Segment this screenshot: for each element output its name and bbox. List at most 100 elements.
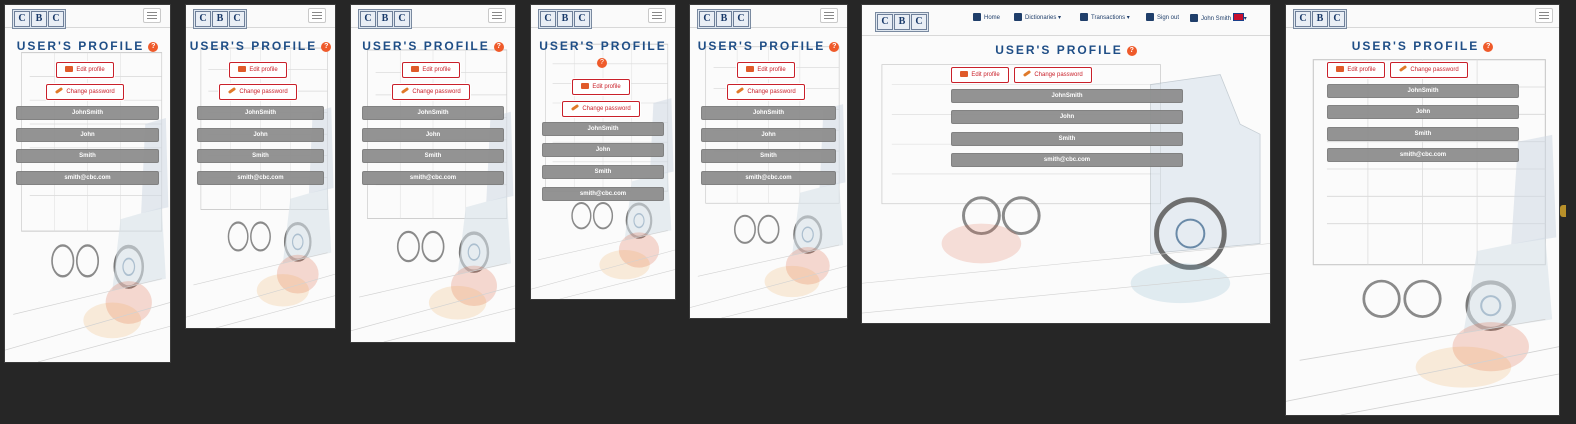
- menu-toggle-icon[interactable]: [648, 8, 666, 23]
- profile-view-tablet: CBC USER'S PROFILE? Edit profile Change …: [1286, 5, 1559, 415]
- email-field: smith@cbc.com: [542, 187, 664, 201]
- profile-view-mobile-3: CBC USER'S PROFILE? Edit profile Change …: [351, 5, 515, 342]
- help-icon[interactable]: ?: [1483, 41, 1494, 52]
- change-password-button[interactable]: Change password: [46, 84, 124, 100]
- email-field: smith@cbc.com: [197, 171, 324, 185]
- cbc-logo[interactable]: CBC: [875, 12, 929, 32]
- last-name-field: Smith: [542, 165, 664, 179]
- menu-toggle-icon[interactable]: [308, 8, 326, 23]
- help-icon[interactable]: ?: [148, 41, 159, 52]
- username-field: JohnSmith: [362, 106, 504, 120]
- last-name-field: Smith: [16, 149, 159, 163]
- first-name-field: John: [701, 128, 836, 142]
- help-icon[interactable]: ?: [829, 41, 840, 52]
- change-password-button[interactable]: Change password: [727, 84, 805, 100]
- help-icon[interactable]: ?: [493, 41, 504, 52]
- change-password-button[interactable]: Change password: [392, 84, 470, 100]
- profile-view-desktop: CBC Home Dictionaries ▾ Transactions ▾ S…: [862, 5, 1270, 323]
- nav-user-menu[interactable]: John Smith ▾: [1190, 13, 1247, 22]
- cbc-logo[interactable]: CBC: [12, 9, 66, 29]
- profile-view-mobile-4: CBC USER'S PROFILE ? Edit profile Change…: [531, 5, 675, 299]
- change-password-button[interactable]: Change password: [1014, 67, 1092, 83]
- first-name-field: John: [16, 128, 159, 142]
- cbc-logo[interactable]: CBC: [538, 9, 592, 29]
- caret-down-icon: ▾: [1058, 15, 1062, 21]
- help-icon[interactable]: ?: [597, 58, 607, 68]
- username-field: JohnSmith: [1327, 84, 1519, 98]
- email-field: smith@cbc.com: [16, 171, 159, 185]
- email-field: smith@cbc.com: [1327, 148, 1519, 162]
- page-title: USER'S PROFILE: [539, 39, 667, 53]
- id-card-icon: [746, 66, 755, 72]
- cbc-logo[interactable]: CBC: [697, 9, 751, 29]
- change-password-button[interactable]: Change password: [219, 84, 297, 100]
- edit-profile-button[interactable]: Edit profile: [402, 62, 460, 78]
- username-field: JohnSmith: [197, 106, 324, 120]
- nav-transactions[interactable]: Transactions ▾: [1080, 13, 1130, 21]
- help-icon[interactable]: ?: [1126, 45, 1137, 56]
- edit-profile-button[interactable]: Edit profile: [737, 62, 795, 78]
- truck-background-image: [186, 5, 335, 328]
- hand-coin-icon: [1080, 13, 1088, 21]
- change-password-button[interactable]: Change password: [1390, 62, 1468, 78]
- id-card-icon: [238, 66, 247, 72]
- navbar: CBC: [351, 5, 515, 29]
- navbar: CBC: [5, 5, 170, 29]
- help-icon[interactable]: ?: [321, 41, 332, 52]
- user-cog-icon: [1190, 14, 1198, 22]
- nav-sign-out[interactable]: Sign out: [1146, 13, 1179, 21]
- menu-toggle-icon[interactable]: [488, 8, 506, 23]
- key-icon: [228, 86, 237, 95]
- edit-profile-button[interactable]: Edit profile: [572, 79, 630, 95]
- first-name-field: John: [1327, 105, 1519, 119]
- profile-view-mobile-5: CBC USER'S PROFILE? Edit profile Change …: [690, 5, 847, 318]
- sign-out-icon: [1146, 13, 1154, 21]
- change-password-button[interactable]: Change password: [562, 101, 640, 117]
- menu-toggle-icon[interactable]: [1535, 8, 1553, 23]
- nav-dictionaries[interactable]: Dictionaries ▾: [1014, 13, 1061, 21]
- email-field: smith@cbc.com: [951, 153, 1183, 167]
- menu-toggle-icon[interactable]: [820, 8, 838, 23]
- username-field: JohnSmith: [16, 106, 159, 120]
- username-field: JohnSmith: [951, 89, 1183, 103]
- page-title: USER'S PROFILE?: [690, 39, 847, 53]
- edit-profile-button[interactable]: Edit profile: [229, 62, 287, 78]
- navbar: CBC Home Dictionaries ▾ Transactions ▾ S…: [862, 5, 1270, 36]
- id-card-icon: [581, 83, 590, 89]
- navbar: CBC: [531, 5, 675, 29]
- id-card-icon: [1336, 66, 1345, 72]
- uk-flag-icon: [1232, 13, 1244, 21]
- home-icon: [973, 13, 981, 21]
- key-icon: [571, 103, 580, 112]
- nav-home[interactable]: Home: [973, 13, 1000, 21]
- cbc-logo[interactable]: CBC: [193, 9, 247, 29]
- edit-profile-button[interactable]: Edit profile: [951, 67, 1009, 83]
- username-field: JohnSmith: [542, 122, 664, 136]
- id-card-icon: [65, 66, 74, 72]
- cbc-logo[interactable]: CBC: [358, 9, 412, 29]
- email-field: smith@cbc.com: [362, 171, 504, 185]
- first-name-field: John: [197, 128, 324, 142]
- cbc-logo[interactable]: CBC: [1293, 9, 1347, 29]
- navbar: CBC: [690, 5, 847, 29]
- email-field: smith@cbc.com: [701, 171, 836, 185]
- page-title: USER'S PROFILE?: [862, 43, 1270, 57]
- edit-profile-button[interactable]: Edit profile: [56, 62, 114, 78]
- page-title: USER'S PROFILE?: [1286, 39, 1559, 53]
- profile-view-mobile-1: CBC USER'S PROFILE? Edit profile Change …: [5, 5, 170, 362]
- last-name-field: Smith: [362, 149, 504, 163]
- last-name-field: Smith: [1327, 127, 1519, 141]
- first-name-field: John: [951, 110, 1183, 124]
- scrollbar-handle[interactable]: [1560, 205, 1566, 217]
- page-title: USER'S PROFILE?: [351, 39, 515, 53]
- edit-profile-button[interactable]: Edit profile: [1327, 62, 1385, 78]
- last-name-field: Smith: [701, 149, 836, 163]
- page-title: USER'S PROFILE?: [5, 39, 170, 53]
- caret-down-icon: ▾: [1243, 16, 1247, 22]
- username-field: JohnSmith: [701, 106, 836, 120]
- key-icon: [1399, 64, 1408, 73]
- first-name-field: John: [542, 143, 664, 157]
- menu-toggle-icon[interactable]: [143, 8, 161, 23]
- profile-view-mobile-2: CBC USER'S PROFILE? Edit profile Change …: [186, 5, 335, 328]
- id-card-icon: [960, 71, 969, 77]
